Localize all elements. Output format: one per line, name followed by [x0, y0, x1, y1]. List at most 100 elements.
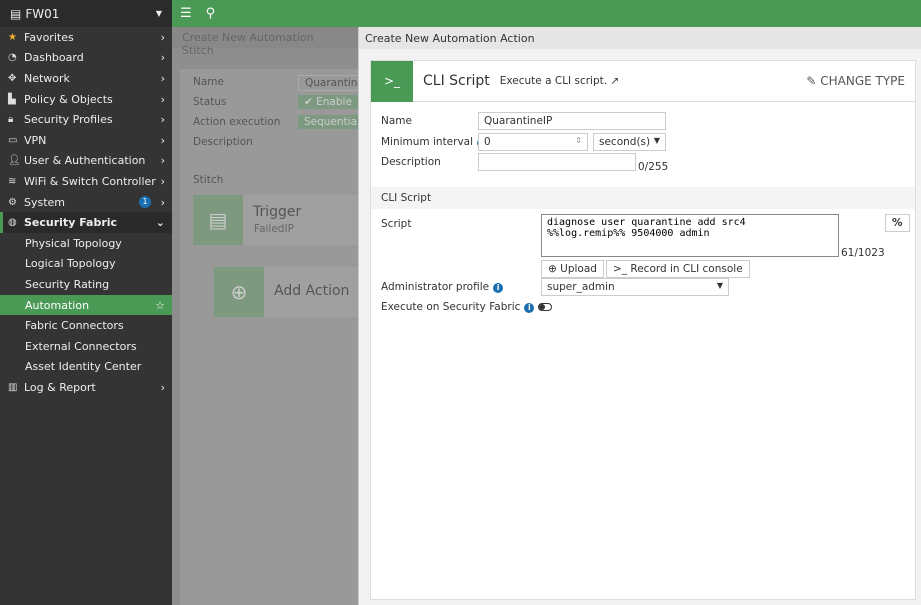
user-icon: 👤︎ [8, 155, 21, 167]
dashboard-icon: ◔ [8, 52, 17, 64]
trigger-sub: FailedIP [254, 223, 294, 235]
stitch-background: Create New Automation Stitch Name Quaran… [172, 27, 358, 605]
label: Network [24, 71, 70, 85]
sidebar-item-security-fabric[interactable]: ◍ Security Fabric ⌄ [0, 212, 172, 233]
label: Minimum interval [381, 136, 474, 148]
menu-icon[interactable]: ☰ [180, 6, 192, 21]
label: External Connectors [25, 339, 137, 353]
add-action-label: Add Action [274, 283, 350, 299]
favorite-star-icon[interactable]: ☆ [155, 299, 165, 312]
notification-badge: 1 [139, 196, 151, 209]
add-action-card: ⊕ Add Action [214, 267, 358, 317]
sidebar-item-security-profiles[interactable]: 🔒︎ Security Profiles › [0, 109, 172, 130]
sidebar-item-asset-identity[interactable]: Asset Identity Center [0, 357, 172, 378]
interval-unit-select[interactable]: second(s) ▼ [593, 133, 666, 151]
sidebar-item-wifi[interactable]: ≋ WiFi & Switch Controller › [0, 171, 172, 192]
sidebar-item-favorites[interactable]: ★ Favorites › [0, 27, 172, 48]
top-bar: ☰ ⚲ [172, 0, 921, 27]
label: Administrator profile i [381, 281, 504, 293]
label: Description [381, 156, 441, 168]
info-icon[interactable]: i [493, 283, 504, 293]
sidebar-item-logical-topology[interactable]: Logical Topology [0, 254, 172, 275]
device-icon: ▤ [10, 6, 22, 21]
label: Administrator profile [381, 281, 490, 293]
label: System [24, 195, 66, 209]
trigger-card: ▤ Trigger FailedIP [193, 195, 358, 245]
chevron-right-icon: › [160, 133, 165, 147]
action-card: >_ CLI Script Execute a CLI script. ↗ ✎ … [370, 60, 916, 600]
variable-button[interactable]: % [885, 214, 910, 232]
sidebar-item-fabric-connectors[interactable]: Fabric Connectors [0, 315, 172, 336]
sidebar-item-external-connectors[interactable]: External Connectors [0, 336, 172, 357]
external-link-icon: ↗ [610, 75, 620, 87]
label: Asset Identity Center [25, 360, 142, 374]
sidebar-item-user[interactable]: 👤︎ User & Authentication › [0, 151, 172, 172]
stitch-title: Create New Automation Stitch [172, 27, 358, 57]
action-type-desc[interactable]: Execute a CLI script. ↗ [500, 75, 619, 87]
sidebar: ▤ FW01 ▼ ★ Favorites › ◔ Dashboard › ✥ Network ›… [0, 0, 172, 605]
chevron-right-icon: › [160, 154, 165, 168]
description-input[interactable] [478, 153, 636, 171]
label: CHANGE TYPE [820, 74, 905, 88]
label: Physical Topology [25, 236, 122, 250]
label: Dashboard [24, 51, 84, 65]
interval-input[interactable]: 0 ⇕ [478, 133, 588, 151]
check-icon: ✔ [304, 96, 317, 108]
terminal-icon: >_ [371, 60, 413, 102]
sidebar-item-dashboard[interactable]: ◔ Dashboard › [0, 48, 172, 69]
script-count: 61/1023 [841, 247, 885, 259]
exec-sequential: Sequential [298, 115, 358, 129]
device-name: FW01 [25, 6, 60, 21]
action-type-title: CLI Script [423, 73, 490, 89]
network-icon: ✥ [8, 72, 17, 84]
label: Name [193, 76, 224, 88]
value: super_admin [547, 281, 615, 293]
label: Execute on Security Fabric [381, 301, 521, 313]
caret-down-icon: ▼ [653, 136, 660, 145]
label: Fabric Connectors [25, 319, 124, 333]
value: second(s) [599, 136, 651, 148]
sidebar-item-automation[interactable]: Automation ☆ [0, 294, 172, 316]
sidebar-item-system[interactable]: ⚙ System 1 › [0, 192, 172, 213]
label: Minimum intervali [381, 136, 488, 148]
chart-icon: ▥ [8, 381, 18, 393]
chevron-right-icon: › [160, 51, 165, 65]
pencil-icon: ✎ [806, 74, 821, 88]
label: WiFi & Switch Controller [24, 174, 156, 188]
device-selector[interactable]: ▤ FW01 ▼ [0, 0, 172, 27]
label: Stitch [193, 174, 224, 186]
status-enable: ✔ Enable [298, 95, 358, 109]
label: Favorites [24, 30, 74, 44]
upload-button[interactable]: ⊕ Upload [541, 260, 604, 278]
sidebar-item-security-rating[interactable]: Security Rating [0, 274, 172, 295]
label: User & Authentication [24, 154, 146, 168]
label: Script [381, 218, 412, 230]
label: Log & Report [24, 380, 96, 394]
sidebar-item-log-report[interactable]: ▥ Log & Report › [0, 377, 172, 398]
label: Automation [25, 298, 90, 312]
search-icon[interactable]: ⚲ [206, 6, 216, 21]
stitch-card [180, 69, 358, 605]
panel-title: Create New Automation Action [359, 27, 921, 49]
record-cli-button[interactable]: >_ Record in CLI console [606, 260, 750, 278]
action-panel: Create New Automation Action >_ CLI Scri… [358, 27, 921, 605]
sidebar-item-network[interactable]: ✥ Network › [0, 68, 172, 89]
fabric-toggle[interactable] [538, 303, 553, 311]
label: Status [193, 96, 227, 108]
change-type-button[interactable]: ✎ CHANGE TYPE [806, 74, 905, 88]
name-input[interactable]: QuarantineIP [478, 112, 666, 130]
script-textarea[interactable] [541, 214, 839, 257]
trigger-title: Trigger [253, 204, 302, 220]
sidebar-item-physical-topology[interactable]: Physical Topology [0, 233, 172, 254]
admin-profile-select[interactable]: super_admin ▼ [541, 278, 729, 296]
label: Security Profiles [24, 113, 113, 127]
laptop-icon: ▭ [8, 134, 18, 146]
sidebar-item-policy[interactable]: ▙ Policy & Objects › [0, 89, 172, 110]
info-icon[interactable]: i [524, 303, 535, 313]
spinner-icon[interactable]: ⇕ [575, 136, 582, 145]
sidebar-item-vpn[interactable]: ▭ VPN › [0, 130, 172, 151]
chevron-right-icon: › [160, 380, 165, 394]
stitch-name: QuarantineS [298, 75, 358, 91]
chevron-right-icon: › [160, 195, 165, 209]
label: Description [193, 136, 253, 148]
